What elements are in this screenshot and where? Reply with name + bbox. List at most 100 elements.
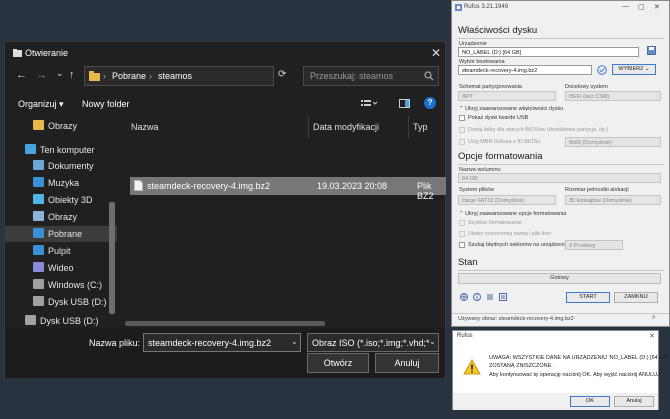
- mbr-bios-checkbox[interactable]: [459, 139, 465, 145]
- cube-icon: [33, 194, 44, 204]
- hash-icon[interactable]: #: [652, 315, 655, 321]
- start-button[interactable]: START: [566, 292, 610, 303]
- file-system-select[interactable]: Large FAT32 (Domyślnie) ⌄: [458, 195, 556, 205]
- ok-button[interactable]: OK: [570, 396, 610, 407]
- column-type[interactable]: Typ: [413, 122, 428, 132]
- view-options-icon[interactable]: [361, 99, 377, 109]
- sidebar-item-label: Dokumenty: [48, 161, 94, 171]
- hide-advanced-format-toggle[interactable]: ⌃ Ukryj zaawansowane opcje formatowania: [459, 211, 566, 217]
- search-input[interactable]: Przeszukaj: steamos: [303, 66, 439, 86]
- column-name[interactable]: Nazwa: [131, 122, 159, 132]
- boot-select[interactable]: steamdeck-recovery-4.img.bz2 ⌄: [458, 65, 592, 75]
- cluster-size-select[interactable]: 32 kilobajtów (Domyślnie) ⌄: [565, 195, 661, 205]
- filename-input[interactable]: steamdeck-recovery-4.img.bz2 ⌄: [143, 333, 301, 352]
- close-button[interactable]: ZAMKNIJ: [614, 292, 658, 303]
- sidebar-item-wideo[interactable]: Wideo: [5, 260, 117, 276]
- open-button[interactable]: Otwórz: [307, 353, 369, 373]
- sidebar-scrollbar[interactable]: [109, 202, 115, 314]
- sidebar-item-label: Muzyka: [48, 178, 80, 188]
- sidebar-item-windows-c[interactable]: Windows (C:): [5, 277, 117, 293]
- sidebar-item-ten-komputer[interactable]: Ten komputer: [5, 142, 117, 158]
- sidebar-item-obiekty-3d[interactable]: Obiekty 3D: [5, 192, 117, 208]
- sidebar-item-obrazy[interactable]: Obrazy: [5, 118, 117, 134]
- filetype-select[interactable]: Obraz ISO (*.iso;*.img;*.vhd;*.usb ⌄: [307, 333, 439, 352]
- picture-icon: [33, 211, 44, 221]
- partition-scheme-label: Schemat partycjonowania: [459, 84, 522, 90]
- sidebar-item-label: Pulpit: [48, 246, 71, 256]
- back-icon[interactable]: ←: [16, 69, 27, 81]
- close-icon[interactable]: ✕: [654, 3, 660, 11]
- sidebar-item-dysk-usb-d[interactable]: Dysk USB (D:): [5, 294, 117, 310]
- sidebar-item-muzyka[interactable]: Muzyka: [5, 175, 117, 191]
- list-usb-checkbox[interactable]: [459, 115, 465, 121]
- minimize-icon[interactable]: —: [622, 3, 629, 10]
- settings-icon[interactable]: [486, 293, 494, 301]
- partition-scheme-select[interactable]: GPT ⌄: [458, 91, 556, 101]
- sidebar-item-obrazy[interactable]: Obrazy: [5, 209, 117, 225]
- select-button[interactable]: WYBIERZ ⌄: [612, 64, 656, 75]
- device-select[interactable]: NO_LABEL (D:) [64 GB] ⌄: [458, 47, 639, 57]
- sidebar-item-dokumenty[interactable]: Dokumenty: [5, 158, 117, 174]
- close-icon[interactable]: ✕: [649, 332, 655, 340]
- target-system-select[interactable]: UEFI (bez CSM) ⌄: [565, 91, 661, 101]
- breadcrumb-separator: ›: [103, 71, 106, 81]
- bad-blocks-label: Szukaj błędnych sektorów na urządzeniu: [468, 242, 568, 248]
- save-icon[interactable]: [647, 46, 656, 55]
- language-icon[interactable]: [460, 293, 468, 301]
- chevron-down-icon: ⌄: [429, 337, 436, 346]
- verify-check-icon[interactable]: [597, 65, 607, 75]
- breadcrumb-steamos[interactable]: steamos: [158, 71, 192, 81]
- new-folder-button[interactable]: Nowy folder: [82, 99, 130, 109]
- search-placeholder: Przeszukaj: steamos: [310, 71, 394, 81]
- forward-icon[interactable]: →: [36, 69, 47, 81]
- status-progress-bar: Gotowy: [458, 273, 661, 284]
- horizontal-scrollbar[interactable]: [125, 321, 325, 326]
- sidebar-item-pulpit[interactable]: Pulpit: [5, 243, 117, 259]
- warning-footer: OK Anuluj: [453, 393, 658, 410]
- file-system-label: System plików: [459, 187, 495, 193]
- volume-label-input[interactable]: 64 GB: [458, 173, 661, 183]
- file-name: steamdeck-recovery-4.img.bz2: [147, 181, 271, 191]
- organize-button[interactable]: Organizuj ▾: [18, 99, 64, 110]
- document-icon: [33, 160, 44, 170]
- folder-icon: [89, 71, 100, 81]
- cancel-button[interactable]: Anuluj: [614, 396, 654, 407]
- extended-label-checkbox[interactable]: [459, 231, 465, 237]
- old-bios-checkbox[interactable]: [459, 127, 465, 133]
- bad-blocks-checkbox[interactable]: [459, 242, 465, 248]
- download-icon: [33, 228, 44, 238]
- maximize-icon[interactable]: ▢: [638, 3, 645, 11]
- help-icon[interactable]: ?: [424, 97, 436, 109]
- navigation-pane: Obrazy Ten komputer Dokumenty Muzyka Obiekty…: [5, 116, 117, 328]
- log-icon[interactable]: [499, 293, 507, 301]
- drive-icon: [33, 279, 44, 289]
- warning-line-3: Aby kontynuować tę operację naciśnij OK.…: [489, 372, 662, 378]
- section-drive-properties: Właściwości dysku: [458, 25, 538, 36]
- recent-dropdown-icon[interactable]: ⌄: [56, 68, 64, 79]
- sidebar-item-label: Obrazy: [48, 121, 78, 131]
- address-bar[interactable]: › Pobrane › steamos: [84, 66, 274, 86]
- warning-title: Rufus: [457, 333, 473, 339]
- info-icon[interactable]: [473, 293, 481, 301]
- warning-icon: [463, 359, 481, 375]
- mbr-bios-select[interactable]: 0x80 (Domyślnie) ⌄: [565, 137, 661, 147]
- breadcrumb-pobrane[interactable]: Pobrane: [112, 71, 146, 81]
- sidebar-item-dysk-usb-d[interactable]: Dysk USB (D:): [5, 313, 117, 329]
- file-row[interactable]: steamdeck-recovery-4.img.bz2 19.03.2023 …: [130, 177, 446, 201]
- preview-pane-icon[interactable]: [399, 99, 410, 108]
- hide-advanced-drive-toggle[interactable]: ⌃ Ukryj zaawansowane właściwości dysku: [459, 106, 563, 112]
- up-icon[interactable]: ↑: [69, 69, 75, 81]
- video-icon: [33, 262, 44, 272]
- cancel-button[interactable]: Anuluj: [375, 353, 439, 373]
- close-icon[interactable]: ✕: [431, 46, 441, 60]
- sidebar-item-pobrane[interactable]: Pobrane: [5, 226, 117, 242]
- refresh-icon[interactable]: ⟳: [278, 69, 286, 80]
- chevron-down-icon[interactable]: ⌄: [291, 337, 298, 346]
- warning-body: UWAGA: WSZYSTKIE DANE NA URZĄDZENIU 'NO_…: [453, 345, 670, 393]
- sidebar-item-label: Obiekty 3D: [48, 195, 93, 205]
- section-format-options: Opcje formatowania: [458, 151, 543, 162]
- warning-line-1: UWAGA: WSZYSTKIE DANE NA URZĄDZENIU 'NO_…: [489, 355, 670, 361]
- quick-format-checkbox[interactable]: [459, 220, 465, 226]
- column-date[interactable]: Data modyfikacji: [313, 122, 379, 132]
- passes-select[interactable]: 1 Przebieg ⌄: [565, 240, 623, 250]
